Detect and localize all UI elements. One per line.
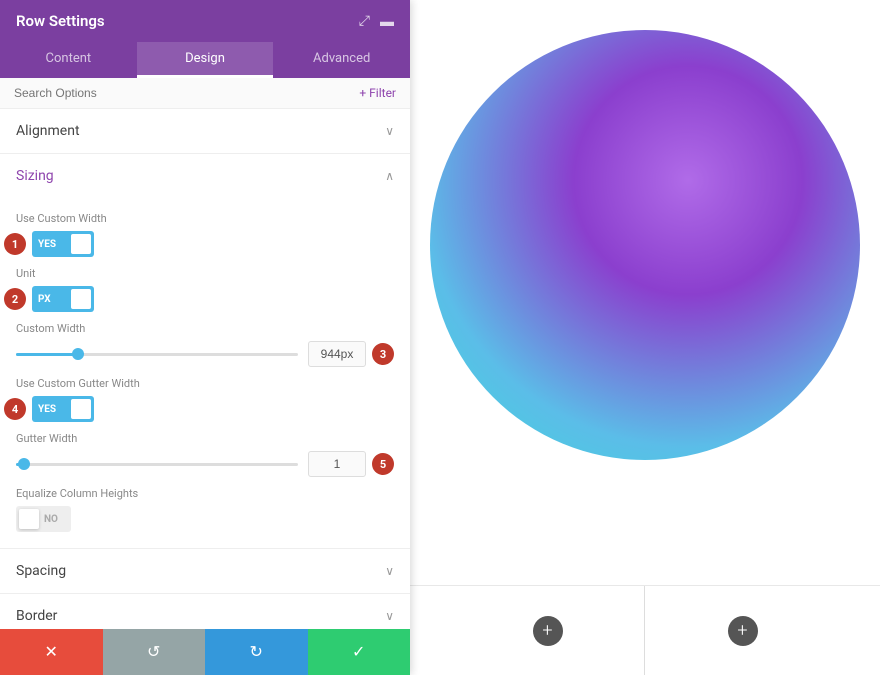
use-custom-gutter-row: 4 YES xyxy=(16,396,394,422)
section-sizing: Sizing ∧ Use Custom Width 1 YES Unit 2 xyxy=(0,154,410,549)
off-knob xyxy=(19,509,39,529)
border-chevron: ∨ xyxy=(385,609,394,623)
canvas-col-2: + xyxy=(645,586,840,675)
equalize-label: Equalize Column Heights xyxy=(16,487,394,500)
save-button[interactable]: ✓ xyxy=(308,629,411,675)
collapse-icon[interactable]: ▬ xyxy=(380,13,394,30)
unit-toggle[interactable]: PX xyxy=(32,286,94,312)
custom-width-row: 3 xyxy=(16,341,394,367)
redo-button[interactable]: ↻ xyxy=(205,629,308,675)
gutter-width-value-box: 5 xyxy=(308,451,394,477)
spacing-chevron: ∨ xyxy=(385,564,394,578)
canvas-bottom-bar: + + xyxy=(410,585,880,675)
custom-width-input[interactable] xyxy=(308,341,366,367)
section-spacing-header[interactable]: Spacing ∨ xyxy=(0,549,410,593)
tab-advanced[interactable]: Advanced xyxy=(273,42,410,78)
custom-width-thumb[interactable] xyxy=(72,348,84,360)
use-custom-width-label: Use Custom Width xyxy=(16,212,394,225)
tab-bar: Content Design Advanced xyxy=(0,42,410,78)
add-module-btn-1[interactable]: + xyxy=(533,616,563,646)
tab-content[interactable]: Content xyxy=(0,42,137,78)
header-icons: ⤢ ▬ xyxy=(359,13,394,30)
gutter-width-thumb[interactable] xyxy=(18,458,30,470)
panel-footer: ✕ ↺ ↻ ✓ xyxy=(0,629,410,675)
panel-header: Row Settings ⤢ ▬ xyxy=(0,0,410,42)
maximize-icon[interactable]: ⤢ xyxy=(359,13,370,30)
sizing-label: Sizing xyxy=(16,168,54,184)
section-border: Border ∨ xyxy=(0,594,410,629)
custom-width-label: Custom Width xyxy=(16,322,394,335)
custom-width-slider-wrap[interactable] xyxy=(16,353,298,356)
badge-4: 4 xyxy=(4,398,26,420)
filter-button[interactable]: + Filter xyxy=(359,86,396,100)
redo-icon: ↻ xyxy=(250,642,263,662)
undo-icon: ↺ xyxy=(147,642,160,662)
gutter-width-row: 5 xyxy=(16,451,394,477)
search-bar: + Filter xyxy=(0,78,410,109)
custom-width-track xyxy=(16,353,298,356)
section-spacing: Spacing ∨ xyxy=(0,549,410,594)
custom-width-value-box: 3 xyxy=(308,341,394,367)
save-icon: ✓ xyxy=(352,642,365,662)
equalize-toggle[interactable]: NO xyxy=(16,506,71,532)
tab-design[interactable]: Design xyxy=(137,42,274,78)
unit-label: Unit xyxy=(16,267,394,280)
spacing-label: Spacing xyxy=(16,563,66,579)
border-label: Border xyxy=(16,608,57,624)
use-custom-width-toggle[interactable]: YES xyxy=(32,231,94,257)
canvas-col-1: + xyxy=(450,586,645,675)
gutter-width-track xyxy=(16,463,298,466)
cancel-button[interactable]: ✕ xyxy=(0,629,103,675)
badge-5: 5 xyxy=(372,453,394,475)
badge-2: 2 xyxy=(4,288,26,310)
undo-button[interactable]: ↺ xyxy=(103,629,206,675)
use-custom-gutter-toggle[interactable]: YES xyxy=(32,396,94,422)
row-settings-panel: Row Settings ⤢ ▬ Content Design Advanced… xyxy=(0,0,410,675)
gradient-circle xyxy=(430,30,860,460)
section-sizing-header[interactable]: Sizing ∧ xyxy=(0,154,410,198)
search-input[interactable] xyxy=(14,86,359,100)
add-module-btn-2[interactable]: + xyxy=(728,616,758,646)
off-label: NO xyxy=(42,514,64,525)
unit-row: 2 PX xyxy=(16,286,394,312)
gutter-width-input[interactable] xyxy=(308,451,366,477)
badge-3: 3 xyxy=(372,343,394,365)
section-alignment-header[interactable]: Alignment ∨ xyxy=(0,109,410,153)
toggle-knob-4 xyxy=(71,399,91,419)
section-border-header[interactable]: Border ∨ xyxy=(0,594,410,629)
cancel-icon: ✕ xyxy=(45,642,58,662)
badge-1: 1 xyxy=(4,233,26,255)
sizing-body: Use Custom Width 1 YES Unit 2 PX xyxy=(0,198,410,548)
canvas-area: + + xyxy=(410,0,880,675)
use-custom-gutter-label: Use Custom Gutter Width xyxy=(16,377,394,390)
toggle-yes-label-1: YES xyxy=(32,239,62,250)
panel-content: Alignment ∨ Sizing ∧ Use Custom Width 1 … xyxy=(0,109,410,629)
panel-title: Row Settings xyxy=(16,12,105,30)
custom-width-fill xyxy=(16,353,78,356)
toggle-knob-1 xyxy=(71,234,91,254)
unit-px-label: PX xyxy=(32,294,57,305)
equalize-row: NO xyxy=(16,506,394,532)
alignment-label: Alignment xyxy=(16,123,80,139)
gutter-width-slider-wrap[interactable] xyxy=(16,463,298,466)
sizing-chevron: ∧ xyxy=(385,169,394,183)
gutter-width-label: Gutter Width xyxy=(16,432,394,445)
section-alignment: Alignment ∨ xyxy=(0,109,410,154)
use-custom-width-row: 1 YES xyxy=(16,231,394,257)
unit-knob xyxy=(71,289,91,309)
toggle-yes-label-4: YES xyxy=(32,404,62,415)
alignment-chevron: ∨ xyxy=(385,124,394,138)
